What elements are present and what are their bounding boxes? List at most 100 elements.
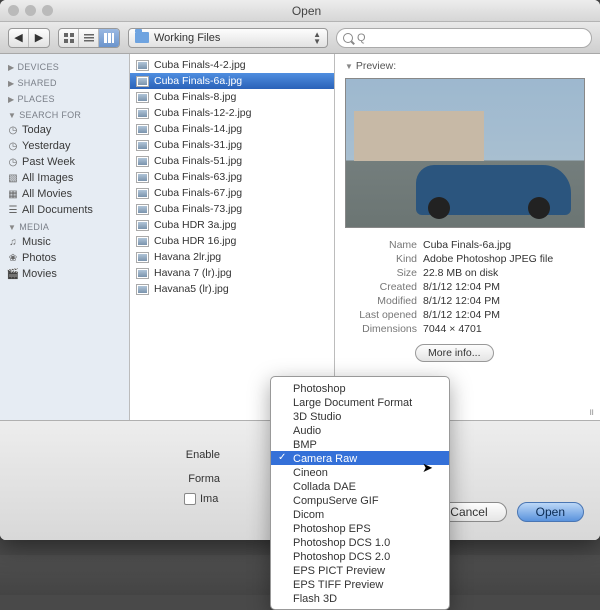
- format-option-label: Photoshop: [293, 383, 346, 395]
- file-name: Cuba HDR 16.jpg: [154, 235, 236, 247]
- metadata-key: Name: [345, 239, 423, 251]
- format-option-label: Collada DAE: [293, 481, 356, 493]
- format-option[interactable]: Dicom: [271, 507, 449, 521]
- file-name: Cuba Finals-31.jpg: [154, 139, 242, 151]
- sidebar-item-label: Yesterday: [22, 140, 71, 152]
- file-row[interactable]: Cuba Finals-4-2.jpg: [130, 57, 334, 73]
- sidebar-item[interactable]: ☰All Documents: [0, 202, 129, 218]
- nav-back-forward[interactable]: ◀ ▶: [8, 28, 50, 48]
- sidebar-item-label: All Documents: [22, 204, 93, 216]
- file-row[interactable]: Havana5 (lr).jpg: [130, 281, 334, 297]
- format-option[interactable]: BMP: [271, 437, 449, 451]
- jpeg-file-icon: [136, 140, 149, 151]
- more-info-button[interactable]: More info...: [415, 344, 494, 362]
- file-row[interactable]: Cuba HDR 16.jpg: [130, 233, 334, 249]
- file-row[interactable]: Havana 2lr.jpg: [130, 249, 334, 265]
- file-name: Cuba Finals-67.jpg: [154, 187, 242, 199]
- format-option[interactable]: Collada DAE: [271, 479, 449, 493]
- jpeg-file-icon: [136, 268, 149, 279]
- metadata-value: Cuba Finals-6a.jpg: [423, 239, 511, 251]
- format-option[interactable]: Audio: [271, 423, 449, 437]
- file-row[interactable]: Cuba Finals-63.jpg: [130, 169, 334, 185]
- folder-icon: [135, 32, 149, 43]
- view-mode-segmented[interactable]: [58, 28, 120, 48]
- jpeg-file-icon: [136, 172, 149, 183]
- format-option[interactable]: Large Document Format: [271, 395, 449, 409]
- sidebar-item[interactable]: ▧All Images: [0, 170, 129, 186]
- format-option[interactable]: EPS PICT Preview: [271, 563, 449, 577]
- list-view-button[interactable]: [79, 29, 99, 47]
- file-row[interactable]: Havana 7 (lr).jpg: [130, 265, 334, 281]
- forward-button[interactable]: ▶: [29, 29, 49, 47]
- photos-icon: ❀: [7, 252, 19, 264]
- format-popup-menu[interactable]: PhotoshopLarge Document Format 3D StudioA…: [270, 376, 450, 610]
- sidebar-item[interactable]: ♫Music: [0, 234, 129, 250]
- open-button[interactable]: Open: [517, 502, 584, 522]
- jpeg-file-icon: [136, 220, 149, 231]
- jpeg-file-icon: [136, 76, 149, 87]
- sidebar-item[interactable]: ◷Yesterday: [0, 138, 129, 154]
- file-row[interactable]: Cuba Finals-51.jpg: [130, 153, 334, 169]
- format-option-label: Camera Raw: [293, 453, 357, 465]
- format-option[interactable]: Photoshop EPS: [271, 521, 449, 535]
- format-option[interactable]: CompuServe GIF: [271, 493, 449, 507]
- file-name: Cuba Finals-8.jpg: [154, 91, 236, 103]
- metadata-row: Modified8/1/12 12:04 PM: [345, 294, 590, 308]
- back-button[interactable]: ◀: [9, 29, 29, 47]
- jpeg-file-icon: [136, 252, 149, 263]
- preview-header: Preview:: [356, 60, 396, 72]
- metadata-row: Created8/1/12 12:04 PM: [345, 280, 590, 294]
- search-input[interactable]: Q: [336, 28, 592, 48]
- file-name: Havana 2lr.jpg: [154, 251, 221, 263]
- format-option[interactable]: 3D Studio: [271, 409, 449, 423]
- path-popup[interactable]: Working Files ▲▼: [128, 28, 328, 48]
- document-icon: ☰: [7, 204, 19, 216]
- metadata-key: Kind: [345, 253, 423, 265]
- jpeg-file-icon: [136, 108, 149, 119]
- file-row[interactable]: Cuba Finals-14.jpg: [130, 121, 334, 137]
- file-list[interactable]: Cuba Finals-4-2.jpgCuba Finals-6a.jpg Cub…: [130, 54, 335, 420]
- file-row[interactable]: Cuba Finals-8.jpg: [130, 89, 334, 105]
- jpeg-file-icon: [136, 188, 149, 199]
- sidebar-section-header[interactable]: ▶PLACES: [0, 90, 129, 106]
- metadata-row: KindAdobe Photoshop JPEG file: [345, 252, 590, 266]
- file-row[interactable]: Cuba Finals-73.jpg: [130, 201, 334, 217]
- sidebar-item[interactable]: ❀Photos: [0, 250, 129, 266]
- icon-view-button[interactable]: [59, 29, 79, 47]
- file-row[interactable]: Cuba Finals-31.jpg: [130, 137, 334, 153]
- sidebar-item[interactable]: ◷Past Week: [0, 154, 129, 170]
- sidebar-item-label: All Images: [22, 172, 73, 184]
- cursor-icon: ➤: [422, 460, 433, 476]
- format-option[interactable]: Photoshop DCS 2.0: [271, 549, 449, 563]
- format-option[interactable]: Photoshop DCS 1.0: [271, 535, 449, 549]
- format-option-label: Cineon: [293, 467, 328, 479]
- format-option-label: 3D Studio: [293, 411, 341, 423]
- sidebar-item[interactable]: ◷Today: [0, 122, 129, 138]
- format-option[interactable]: EPS TIFF Preview: [271, 577, 449, 591]
- column-view-button[interactable]: [99, 29, 119, 47]
- movies-icon: 🎬: [7, 268, 19, 280]
- format-option[interactable]: Flash 3D: [271, 591, 449, 605]
- sidebar-section-header[interactable]: ▼MEDIA: [0, 218, 129, 234]
- file-row[interactable]: Cuba HDR 3a.jpg: [130, 217, 334, 233]
- image-sequence-label: Ima: [200, 493, 218, 505]
- metadata-value: 22.8 MB on disk: [423, 267, 498, 279]
- sidebar-section-header[interactable]: ▼SEARCH FOR: [0, 106, 129, 122]
- format-option[interactable]: Photoshop: [271, 381, 449, 395]
- metadata-key: Last opened: [345, 309, 423, 321]
- file-row[interactable]: Cuba Finals-67.jpg: [130, 185, 334, 201]
- file-name: Cuba HDR 3a.jpg: [154, 219, 236, 231]
- titlebar: Open: [0, 0, 600, 22]
- image-icon: ▧: [7, 172, 19, 184]
- sidebar-section-header[interactable]: ▶SHARED: [0, 74, 129, 90]
- file-row[interactable]: Cuba Finals-12-2.jpg: [130, 105, 334, 121]
- clock-icon: ◷: [7, 140, 19, 152]
- resize-handle[interactable]: ॥: [589, 405, 594, 418]
- format-label: Forma: [160, 473, 220, 485]
- file-row[interactable]: Cuba Finals-6a.jpg: [130, 73, 334, 89]
- sidebar-section-header[interactable]: ▶DEVICES: [0, 58, 129, 74]
- sidebar-item[interactable]: 🎬Movies: [0, 266, 129, 282]
- sidebar-item[interactable]: ▦All Movies: [0, 186, 129, 202]
- metadata-key: Modified: [345, 295, 423, 307]
- image-sequence-checkbox[interactable]: [184, 493, 196, 505]
